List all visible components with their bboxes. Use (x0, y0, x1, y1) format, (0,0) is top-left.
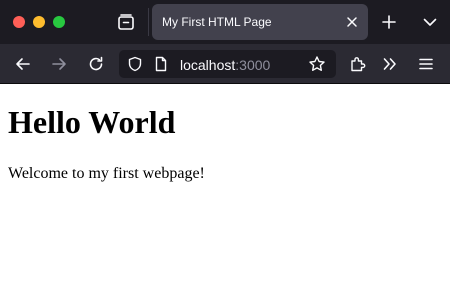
url-text[interactable]: localhost:3000 (180, 57, 270, 73)
tab-separator (148, 8, 149, 36)
tab-title: My First HTML Page (162, 15, 272, 29)
reload-icon[interactable] (87, 55, 105, 73)
forward-arrow-icon[interactable] (50, 55, 68, 73)
plus-icon[interactable] (380, 13, 398, 31)
overflow-chevrons-icon[interactable] (381, 55, 399, 73)
tab-strip: My First HTML Page (0, 0, 450, 44)
url-port: :3000 (235, 57, 271, 73)
navigation-toolbar: localhost:3000 (0, 44, 450, 84)
address-bar[interactable]: localhost:3000 (119, 50, 336, 78)
page-heading: Hello World (8, 104, 176, 140)
chevron-down-icon[interactable] (421, 13, 439, 31)
page-icon[interactable] (153, 56, 169, 72)
window-close-button[interactable] (13, 16, 25, 28)
tab-manager-icon[interactable] (116, 12, 136, 32)
page-content: Hello World Welcome to my first webpage! (0, 85, 450, 286)
back-arrow-icon[interactable] (14, 55, 32, 73)
star-icon[interactable] (308, 55, 326, 73)
close-icon[interactable] (344, 14, 360, 30)
extensions-icon[interactable] (349, 55, 367, 73)
window-minimize-button[interactable] (33, 16, 45, 28)
window-zoom-button[interactable] (53, 16, 65, 28)
hamburger-menu-icon[interactable] (417, 55, 435, 73)
tab-active[interactable]: My First HTML Page (152, 4, 368, 40)
shield-icon[interactable] (127, 56, 143, 72)
url-host: localhost (180, 57, 236, 73)
page-paragraph: Welcome to my first webpage! (8, 165, 205, 182)
